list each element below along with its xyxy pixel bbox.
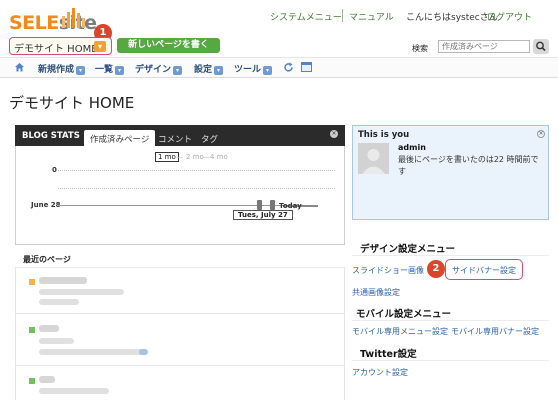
timeline-track: [58, 205, 283, 206]
page-status-dot: [29, 378, 35, 384]
avatar: [358, 143, 389, 174]
home-icon[interactable]: [14, 62, 25, 72]
blog-stats-title: BLOG STATS: [22, 131, 80, 141]
site-selector-arrow-icon: ▾: [94, 41, 106, 52]
common-image-link[interactable]: 共通画像設定: [352, 287, 400, 298]
chevron-down-icon: ▾: [76, 66, 86, 75]
selected-date: Tues, July 27: [233, 210, 293, 220]
refresh-icon[interactable]: [283, 62, 294, 73]
menu-new-label: 新規作成: [38, 65, 75, 75]
blurred-page-title: [39, 277, 87, 284]
blurred-page-meta: [39, 349, 147, 355]
menu-settings-label: 設定: [194, 65, 213, 75]
range-4mo[interactable]: 4 mo: [210, 153, 228, 161]
menu-design-label: デザイン: [135, 65, 172, 75]
search-label: 検索: [412, 44, 428, 53]
menu-design[interactable]: デザイン ▾: [135, 62, 183, 75]
you-last-post-text: 最後にページを書いたのは22 時間前です: [398, 155, 539, 176]
logout-link[interactable]: ログアウト: [487, 10, 532, 23]
new-page-button[interactable]: 新しいページを書く: [117, 38, 220, 53]
mobile-banner-setting-link[interactable]: モバイル専用バナー設定: [451, 326, 539, 337]
recent-pages-title: 最近のページ: [23, 255, 71, 264]
blurred-page-meta: [39, 388, 109, 394]
row-separator: [15, 267, 345, 268]
chart-y-zero: 0: [52, 166, 57, 174]
manual-link[interactable]: マニュアル: [349, 10, 394, 23]
search-button[interactable]: [533, 39, 549, 54]
row-separator: [15, 365, 345, 366]
range-2mo[interactable]: 2 mo: [186, 153, 204, 161]
range-separator: —: [203, 153, 210, 161]
menu-tools-label: ツール: [234, 65, 262, 75]
site-selector-label: デモサイト HOME: [14, 44, 98, 55]
tab-tags[interactable]: タグ: [201, 133, 218, 145]
tab-created-pages[interactable]: 作成済みページ: [84, 130, 156, 146]
close-icon[interactable]: ×: [537, 130, 545, 138]
window-icon[interactable]: [301, 62, 312, 72]
blurred-page-meta: [39, 289, 124, 295]
section-divider: [352, 360, 549, 361]
blurred-page-meta: [39, 338, 74, 344]
page-status-dot: [29, 327, 35, 333]
menu-new[interactable]: 新規作成 ▾: [38, 62, 86, 75]
system-menu-link[interactable]: システムメニュー: [270, 10, 342, 23]
mobile-menu-setting-link[interactable]: モバイル専用メニュー設定: [352, 326, 448, 337]
greeting-text: こんにちはsystecさん: [406, 13, 498, 23]
search-icon: [536, 41, 546, 52]
page-title: デモサイト HOME: [9, 94, 135, 112]
range-separator: —: [176, 153, 183, 161]
logo-part1: SELE: [9, 12, 59, 34]
timeline-handle-left[interactable]: [257, 200, 262, 210]
menu-settings[interactable]: 設定 ▾: [194, 62, 224, 75]
logo-bars-icon: [62, 8, 85, 28]
chevron-down-icon: ▾: [115, 66, 125, 75]
topnav-separator: [342, 9, 343, 22]
blurred-page-meta: [39, 299, 79, 305]
twitter-account-link[interactable]: アカウント設定: [352, 367, 408, 378]
blurred-page-title: [39, 325, 59, 332]
section-divider: [352, 320, 549, 321]
row-separator: [15, 313, 345, 314]
chevron-down-icon: ▾: [214, 66, 224, 75]
menu-list[interactable]: 一覧 ▾: [95, 62, 125, 75]
callout-badge-2: 2: [427, 260, 445, 278]
menu-list-label: 一覧: [95, 65, 114, 75]
timeline-handle-right[interactable]: [270, 200, 275, 210]
recent-pages-list: [15, 267, 345, 400]
design-menu-title: デザイン設定メニュー: [360, 244, 456, 255]
blurred-page-title: [39, 376, 55, 383]
mobile-menu-title: モバイル設定メニュー: [356, 309, 452, 320]
chevron-down-icon: ▾: [173, 66, 183, 75]
side-banner-link[interactable]: サイドバナー設定: [452, 265, 516, 276]
you-username: admin: [398, 143, 426, 152]
tab-comments[interactable]: コメント: [158, 133, 192, 145]
section-divider: [352, 255, 549, 256]
chart-end-label: Today: [279, 202, 302, 210]
chart-start-date: June 28: [31, 201, 61, 209]
twitter-menu-title: Twitter設定: [360, 349, 417, 360]
slideshow-image-link[interactable]: スライドショー画像: [352, 265, 424, 276]
you-panel-title: This is you: [358, 130, 410, 140]
user-silhouette-icon: [358, 143, 389, 174]
chart-gridline: [58, 188, 335, 189]
site-selector[interactable]: デモサイト HOME ▾: [9, 37, 112, 55]
close-icon[interactable]: ×: [330, 130, 338, 138]
page-status-dot: [29, 279, 35, 285]
menu-tools[interactable]: ツール ▾: [234, 62, 273, 75]
chevron-down-icon: ▾: [263, 66, 273, 75]
blurred-page-link: [139, 349, 148, 355]
chart-baseline: [58, 170, 335, 171]
search-input[interactable]: [438, 40, 530, 53]
